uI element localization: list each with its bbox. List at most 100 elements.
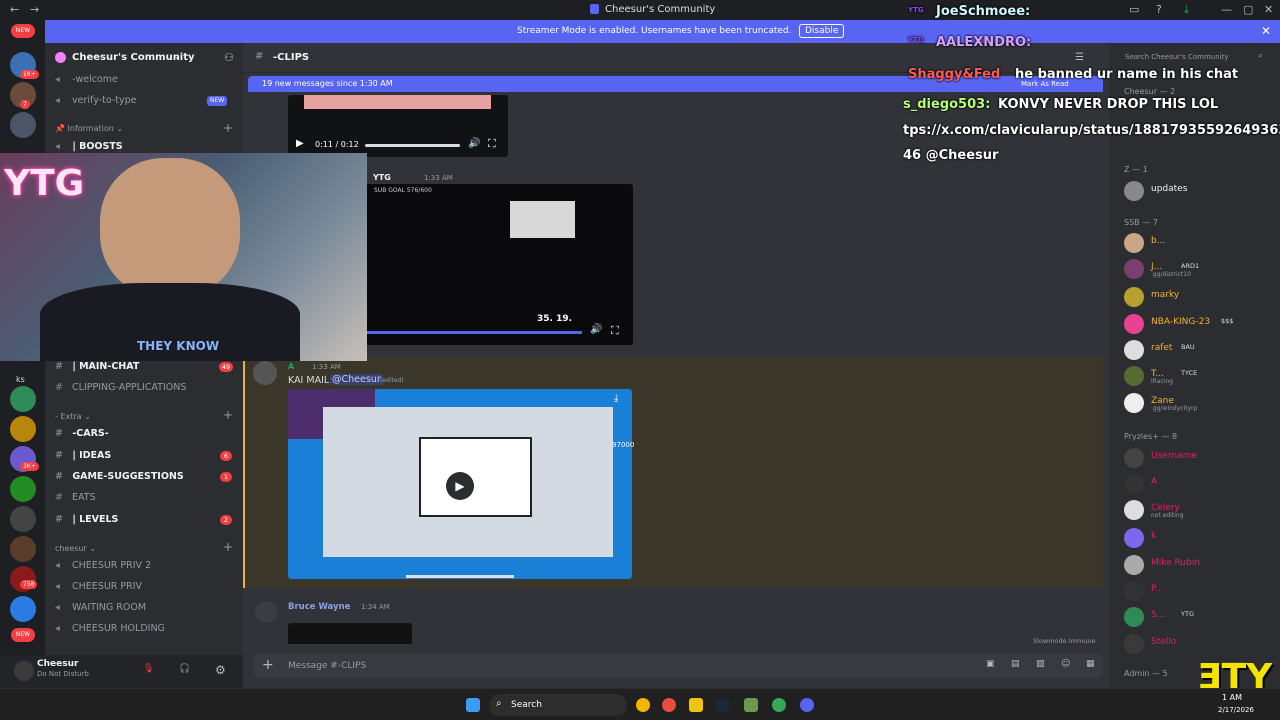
add-channel-icon[interactable]: + [223,121,233,135]
category-extra[interactable]: - Extra ⌄ [55,412,91,421]
member-item[interactable]: b... [1124,232,1274,254]
video-attachment[interactable]: 97000 ▶ ⤓ [288,389,634,579]
member-item[interactable]: Username [1124,447,1274,469]
add-member-icon[interactable]: ⚇ [224,51,234,64]
category-cheesur[interactable]: cheesur ⌄ [55,544,96,553]
sticker-icon[interactable]: ▧ [1036,659,1045,669]
server-icon-9[interactable] [10,536,36,562]
message-author[interactable]: Bruce Wayne [288,602,350,612]
video-attachment[interactable]: ▶ 0:11 / 0:12 🔊 ⛶ [288,95,508,157]
taskbar-search[interactable]: ⌕ Search [489,694,627,716]
back-arrow-icon[interactable]: ← [10,3,19,16]
server-icon-5[interactable] [10,416,36,442]
member-item[interactable]: NBA-KING-23 $$$ [1124,313,1274,335]
server-icon-11[interactable] [10,596,36,622]
windows-start-icon[interactable] [466,698,480,712]
channel-levels[interactable]: # | LEVELS [55,511,118,529]
clock-date: 2/17/2026 [1218,706,1254,714]
member-item[interactable]: Celery not editing [1124,499,1274,521]
member-item[interactable]: updates [1124,180,1274,202]
message-author[interactable]: A [288,362,294,371]
mention-badge: 49 [219,362,233,372]
discord-icon[interactable] [800,698,814,712]
gift-icon[interactable]: ▣ [986,659,995,669]
channel-cars[interactable]: # -CARS- [55,425,109,443]
neon-sign-text: YTG [4,163,85,204]
channel-cheesur-holding[interactable]: ◂ CHEESUR HOLDING [55,620,165,638]
folder-icon[interactable] [689,698,703,712]
avatar [1124,393,1144,413]
member-item[interactable]: k [1124,527,1274,549]
member-item[interactable]: rafet BAU [1124,339,1274,361]
mark-as-read-button[interactable]: Mark As Read [1021,80,1069,88]
download-icon[interactable]: ⤓ [614,393,618,404]
avatar[interactable] [255,601,277,623]
volume-icon[interactable]: 🔊 [590,324,602,335]
fullscreen-icon[interactable]: ⛶ [488,137,496,151]
chevron-down-icon[interactable]: ⌄ [174,52,181,61]
member-item[interactable]: T... TYCE iRacing [1124,365,1274,387]
add-channel-icon[interactable]: + [223,408,233,422]
member-item[interactable]: S... YTG [1124,606,1274,628]
channel-waiting-room[interactable]: ◂ WAITING ROOM [55,599,146,617]
message-input[interactable]: Message #-CLIPS [288,661,366,671]
add-attachment-icon[interactable]: + [262,657,274,673]
channel-game-suggestions[interactable]: # GAME-SUGGESTIONS [55,468,184,486]
member-item[interactable]: P... [1124,580,1274,602]
emoji-icon[interactable]: ☺ [1061,659,1070,669]
avatar[interactable] [253,361,277,385]
server-icon-7[interactable] [10,476,36,502]
channel-verify[interactable]: ◂ verify-to-type [55,92,136,110]
new-badge: NEW [11,628,35,642]
settings-gear-icon[interactable]: ⚙ [215,663,226,677]
video-attachment[interactable] [288,623,412,644]
video-progress[interactable] [406,575,514,578]
avatar[interactable] [14,661,34,681]
volume-icon[interactable]: 🔊 [468,138,480,149]
add-channel-icon[interactable]: + [223,540,233,554]
gif-icon[interactable]: ▤ [1011,659,1020,669]
server-icon-3[interactable] [10,112,36,138]
avatar [1124,314,1144,334]
category-information[interactable]: 📌 Information ⌄ [55,124,123,133]
member-item[interactable]: A [1124,473,1274,495]
search-label: Search [511,700,542,710]
channel-welcome[interactable]: ◂ -welcome [55,71,118,89]
headphones-icon[interactable]: 🎧 [179,664,190,674]
channel-clipping-applications[interactable]: # CLIPPING-APPLICATIONS [55,379,186,397]
message-author[interactable]: YTG [373,173,391,182]
channel-cheesur-priv-2[interactable]: ◂ CHEESUR PRIV 2 [55,557,151,575]
member-item[interactable]: Stello [1124,633,1274,655]
new-messages-text: 19 new messages since 1:30 AM [262,79,393,88]
avatar [1124,287,1144,307]
mute-icon[interactable]: 🎙 [143,664,154,674]
forward-arrow-icon[interactable]: → [30,3,39,16]
user-mention[interactable]: @Cheesur [330,374,383,385]
play-icon[interactable]: ▶ [296,138,304,149]
app-icon[interactable] [744,698,758,712]
chrome-icon[interactable] [772,698,786,712]
apps-icon[interactable]: ▦ [1086,659,1095,669]
voice-icon: ◂ [55,581,60,592]
server-icon-4[interactable] [10,386,36,412]
member-item[interactable]: J... ARD1 .gg/district10 [1124,258,1274,280]
play-icon[interactable]: ▶ [446,472,474,500]
channel-cheesur-priv[interactable]: ◂ CHEESUR PRIV [55,578,142,596]
disable-streamer-mode-button[interactable]: Disable [799,24,845,38]
video-progress[interactable] [365,144,460,147]
video-attachment[interactable]: SUB GOAL 576/600 35. 19. 🔊 ⛶ [364,184,633,345]
fullscreen-icon[interactable]: ⛶ [611,324,619,338]
app-icon[interactable] [662,698,676,712]
server-badge: 758 [20,580,38,589]
member-item[interactable]: Mike Rubin [1124,554,1274,576]
video-progress[interactable] [364,331,582,334]
member-item[interactable]: Zane .gg/windycityrp [1124,392,1274,414]
channel-ideas[interactable]: # | IDEAS [55,447,111,465]
server-icon-8[interactable] [10,506,36,532]
steam-icon[interactable] [716,698,730,712]
channel-eats[interactable]: # EATS [55,489,96,507]
channel-label: GAME-SUGGESTIONS [72,471,184,482]
member-item[interactable]: marky [1124,286,1274,308]
message-timestamp: 1:33 AM [312,363,341,371]
chrome-icon[interactable] [636,698,650,712]
